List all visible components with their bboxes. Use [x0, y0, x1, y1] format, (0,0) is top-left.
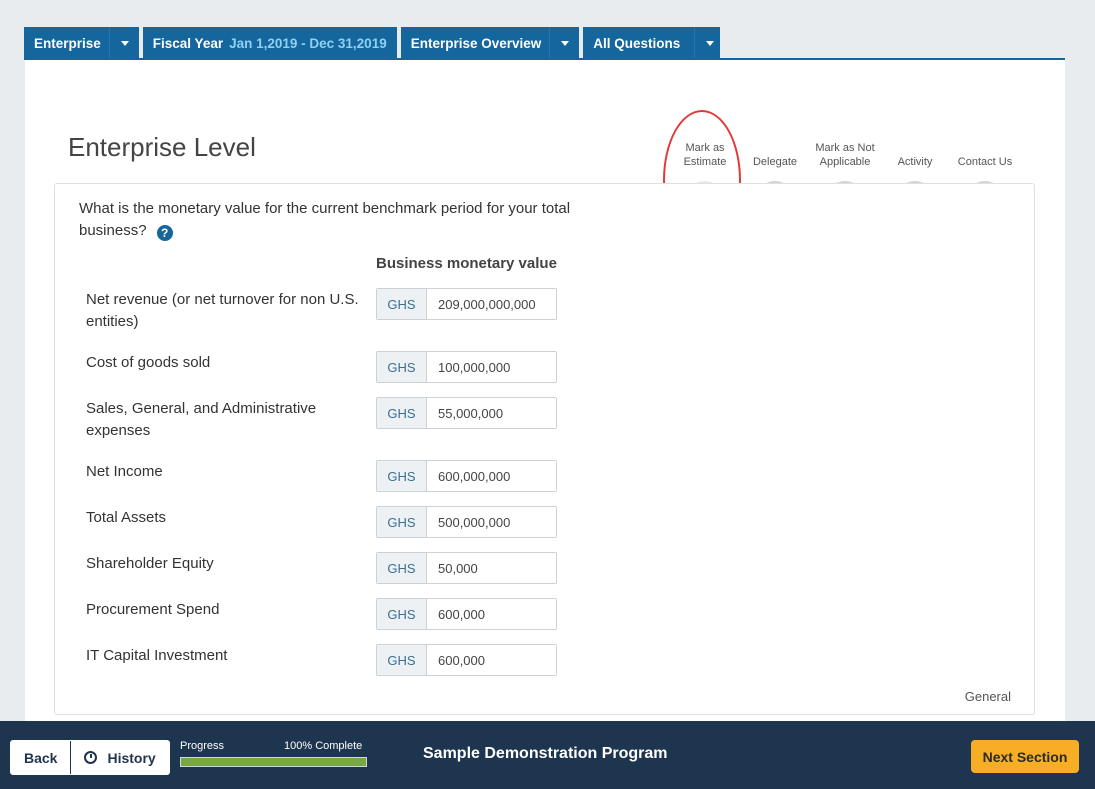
row-label-shareholder-equity: Shareholder Equity — [86, 555, 214, 572]
question-text: What is the monetary value for the curre… — [79, 198, 639, 242]
currency-addon: GHS — [377, 352, 427, 382]
back-button[interactable]: Back — [11, 741, 71, 774]
shareholder-equity-input[interactable] — [427, 553, 556, 583]
question-card: What is the monetary value for the curre… — [54, 183, 1035, 715]
chevron-down-icon[interactable] — [549, 27, 569, 59]
help-icon[interactable]: ? — [156, 225, 173, 241]
program-title: Sample Demonstration Program — [423, 745, 668, 762]
next-section-button[interactable]: Next Section — [971, 740, 1079, 773]
tab-label: All Questions — [593, 35, 681, 51]
cogs-input[interactable] — [427, 352, 556, 382]
tab-label: Enterprise — [34, 35, 101, 51]
top-tab-bar: Enterprise Fiscal Year Jan 1,2019 - Dec … — [24, 27, 724, 59]
sga-input[interactable] — [427, 398, 556, 428]
procurement-spend-field: GHS — [376, 598, 557, 630]
history-label: History — [107, 749, 156, 766]
row-label-it-capital: IT Capital Investment — [86, 647, 228, 664]
main-panel: Enterprise Level Mark as Estimate Delega… — [25, 60, 1065, 721]
column-header: Business monetary value — [376, 255, 557, 272]
fiscal-year-range: Jan 1,2019 - Dec 31,2019 — [229, 35, 387, 51]
currency-addon: GHS — [377, 289, 427, 319]
contact-us-label: Contact Us — [957, 156, 1013, 168]
not-applicable-label: Mark as Not Applicable — [815, 142, 875, 168]
shareholder-equity-field: GHS — [376, 552, 557, 584]
back-label: Back — [24, 749, 58, 766]
it-capital-field: GHS — [376, 644, 557, 676]
it-capital-input[interactable] — [427, 645, 556, 675]
tab-label: Enterprise Overview — [410, 35, 542, 51]
tab-all-questions[interactable]: All Questions — [583, 27, 721, 59]
nav-button-group: Back History — [10, 740, 170, 775]
currency-addon: GHS — [377, 599, 427, 629]
footer-bar: Back History Progress 100% Complete Samp… — [0, 721, 1095, 789]
currency-addon: GHS — [377, 507, 427, 537]
tab-enterprise[interactable]: Enterprise — [24, 27, 139, 59]
row-label-total-assets: Total Assets — [86, 509, 167, 526]
progress-label: Progress — [180, 740, 225, 752]
tab-enterprise-overview[interactable]: Enterprise Overview — [400, 27, 580, 59]
question-category: General — [964, 689, 1011, 704]
tab-label: Fiscal Year — [152, 35, 224, 51]
procurement-spend-input[interactable] — [427, 599, 556, 629]
currency-addon: GHS — [377, 645, 427, 675]
net-income-field: GHS — [376, 460, 557, 492]
currency-addon: GHS — [377, 461, 427, 491]
history-button[interactable]: History — [70, 741, 169, 774]
row-label-net-revenue: Net revenue (or net turnover for non U.S… — [86, 291, 359, 330]
total-assets-input[interactable] — [427, 507, 556, 537]
total-assets-field: GHS — [376, 506, 557, 538]
delegate-label: Delegate — [752, 156, 798, 168]
net-revenue-input[interactable] — [427, 289, 556, 319]
tab-fiscal-year[interactable]: Fiscal Year Jan 1,2019 - Dec 31,2019 — [142, 27, 397, 59]
currency-addon: GHS — [377, 398, 427, 428]
chevron-down-icon[interactable] — [108, 27, 129, 59]
activity-label: Activity — [897, 156, 933, 168]
cogs-field: GHS — [376, 351, 557, 383]
sga-field: GHS — [376, 397, 557, 429]
chevron-down-icon[interactable] — [694, 27, 714, 59]
next-section-label: Next Section — [982, 748, 1068, 765]
page-title: Enterprise Level — [68, 132, 256, 162]
currency-addon: GHS — [377, 553, 427, 583]
row-label-procurement-spend: Procurement Spend — [86, 601, 220, 618]
question-label: What is the monetary value for the curre… — [79, 200, 571, 239]
progress-fill — [181, 758, 366, 766]
net-income-input[interactable] — [427, 461, 556, 491]
progress-percent: 100% Complete — [284, 740, 363, 752]
row-label-cogs: Cost of goods sold — [86, 354, 211, 371]
row-label-sga: Sales, General, and Administrative expen… — [86, 400, 317, 439]
row-label-net-income: Net Income — [86, 463, 163, 480]
history-icon — [84, 751, 98, 764]
net-revenue-field: GHS — [376, 288, 557, 320]
progress-bar — [180, 757, 367, 767]
